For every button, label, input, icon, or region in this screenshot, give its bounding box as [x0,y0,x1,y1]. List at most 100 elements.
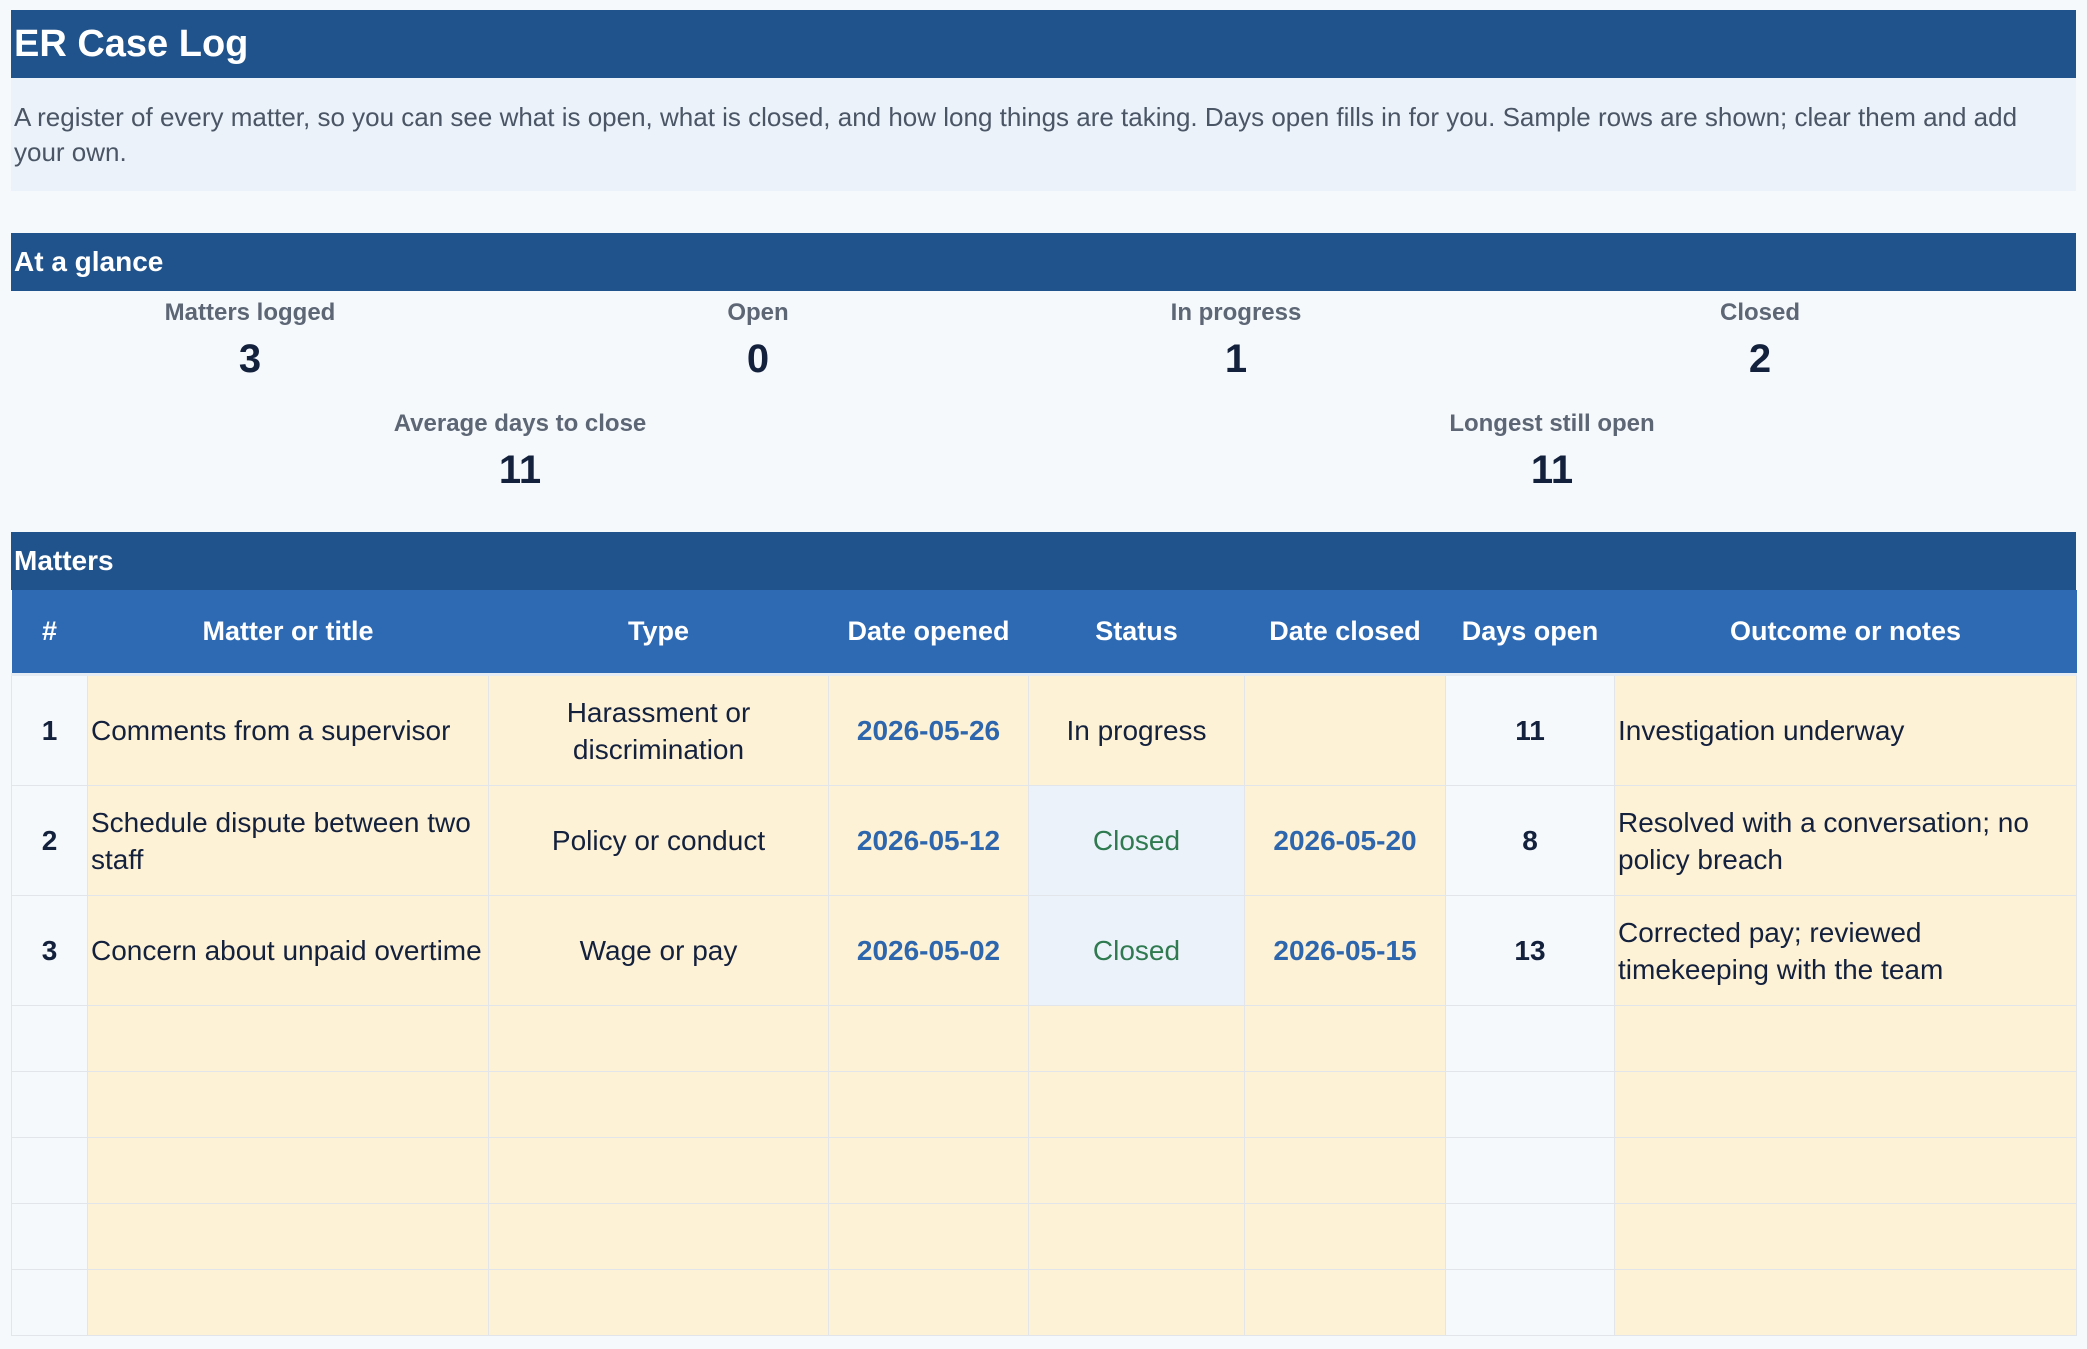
row-number-cell[interactable] [11,1203,88,1270]
page-title: ER Case Log [11,10,2076,78]
table-row: 3 Concern about unpaid overtime Wage or … [11,895,2077,1006]
title-cell[interactable] [87,1269,489,1336]
empty-table-row [11,1269,2077,1336]
glance-heading: At a glance [11,233,2076,291]
type-cell[interactable] [488,1269,829,1336]
days-open-cell[interactable] [1445,1203,1615,1270]
date-opened-cell[interactable]: 2026-05-26 [828,674,1029,786]
notes-cell[interactable]: Resolved with a conversation; no policy … [1614,785,2077,896]
days-open-cell[interactable]: 11 [1445,674,1615,786]
row-number-cell[interactable] [11,1071,88,1138]
days-open-cell[interactable] [1445,1071,1615,1138]
status-cell[interactable]: In progress [1028,674,1245,786]
column-header-title[interactable]: Matter or title [87,590,489,676]
date-closed-cell[interactable] [1244,1203,1446,1270]
stat-longest-still-open: Longest still open 11 [1449,409,1654,495]
title-cell[interactable] [87,1005,489,1072]
stat-value: 1 [1224,337,1248,381]
row-number-cell[interactable]: 3 [11,895,88,1006]
days-open-cell[interactable]: 13 [1445,895,1615,1006]
date-opened-cell[interactable]: 2026-05-02 [828,895,1029,1006]
row-number-cell[interactable]: 2 [11,785,88,896]
column-header-days-open[interactable]: Days open [1445,590,1615,676]
notes-cell[interactable] [1614,1269,2077,1336]
title-cell[interactable] [87,1203,489,1270]
stat-label: In progress [1170,299,1302,326]
stat-value: 11 [1530,448,1574,492]
type-cell[interactable]: Policy or conduct [488,785,829,896]
title-cell[interactable]: Comments from a supervisor [87,674,489,786]
stat-label: Longest still open [1449,410,1655,437]
column-header-date-opened[interactable]: Date opened [828,590,1029,676]
row-number-cell[interactable] [11,1137,88,1204]
date-closed-cell[interactable] [1244,1071,1446,1138]
row-number-cell[interactable] [11,1269,88,1336]
date-opened-cell[interactable] [828,1071,1029,1138]
date-opened-cell[interactable] [828,1203,1029,1270]
type-cell[interactable] [488,1203,829,1270]
matters-table: # Matter or title Type Date opened Statu… [11,590,2077,1336]
row-number-cell[interactable]: 1 [11,674,88,786]
empty-table-row [11,1203,2077,1270]
empty-table-row [11,1005,2077,1072]
days-open-cell[interactable] [1445,1005,1615,1072]
date-opened-cell[interactable] [828,1269,1029,1336]
notes-cell[interactable] [1614,1137,2077,1204]
date-closed-cell[interactable] [1244,1137,1446,1204]
page-description: A register of every matter, so you can s… [11,78,2076,191]
date-closed-cell[interactable] [1244,674,1446,786]
stat-label: Open [727,299,789,326]
title-cell[interactable]: Concern about unpaid overtime [87,895,489,1006]
column-header-date-closed[interactable]: Date closed [1244,590,1446,676]
column-header-notes[interactable]: Outcome or notes [1614,590,2077,676]
column-header-status[interactable]: Status [1028,590,1245,676]
status-cell[interactable] [1028,1005,1245,1072]
column-header-row: # Matter or title Type Date opened Statu… [11,590,2077,676]
stat-label: Average days to close [393,410,647,437]
notes-cell[interactable]: Investigation underway [1614,674,2077,786]
days-open-cell[interactable]: 8 [1445,785,1615,896]
type-cell[interactable] [488,1071,829,1138]
date-closed-cell[interactable]: 2026-05-20 [1244,785,1446,896]
table-row: 1 Comments from a supervisor Harassment … [11,674,2077,786]
empty-table-row [11,1137,2077,1204]
status-cell[interactable] [1028,1203,1245,1270]
table-row: 2 Schedule dispute between two staff Pol… [11,785,2077,896]
type-cell[interactable]: Wage or pay [488,895,829,1006]
status-cell[interactable] [1028,1269,1245,1336]
matters-heading: Matters [11,532,2076,590]
date-opened-cell[interactable] [828,1137,1029,1204]
stat-closed: Closed 2 [1720,298,1800,384]
stat-value: 0 [746,337,770,381]
type-cell[interactable]: Harassment or discrimination [488,674,829,786]
status-cell[interactable]: Closed [1028,785,1245,896]
status-cell[interactable]: Closed [1028,895,1245,1006]
stat-matters-logged: Matters logged 3 [165,298,336,384]
notes-cell[interactable] [1614,1071,2077,1138]
type-cell[interactable] [488,1137,829,1204]
notes-cell[interactable]: Corrected pay; reviewed timekeeping with… [1614,895,2077,1006]
stat-open: Open 0 [727,298,788,384]
title-cell[interactable] [87,1137,489,1204]
title-cell[interactable] [87,1071,489,1138]
stat-in-progress: In progress 1 [1171,298,1302,384]
title-cell[interactable]: Schedule dispute between two staff [87,785,489,896]
type-cell[interactable] [488,1005,829,1072]
column-header-type[interactable]: Type [488,590,829,676]
notes-cell[interactable] [1614,1203,2077,1270]
date-closed-cell[interactable]: 2026-05-15 [1244,895,1446,1006]
stat-value: 11 [498,448,542,492]
notes-cell[interactable] [1614,1005,2077,1072]
date-opened-cell[interactable] [828,1005,1029,1072]
status-cell[interactable] [1028,1071,1245,1138]
stat-label: Matters logged [164,299,336,326]
column-header-number[interactable]: # [11,590,88,676]
date-opened-cell[interactable]: 2026-05-12 [828,785,1029,896]
status-cell[interactable] [1028,1137,1245,1204]
days-open-cell[interactable] [1445,1137,1615,1204]
date-closed-cell[interactable] [1244,1269,1446,1336]
row-number-cell[interactable] [11,1005,88,1072]
stat-value: 2 [1748,337,1772,381]
days-open-cell[interactable] [1445,1269,1615,1336]
date-closed-cell[interactable] [1244,1005,1446,1072]
